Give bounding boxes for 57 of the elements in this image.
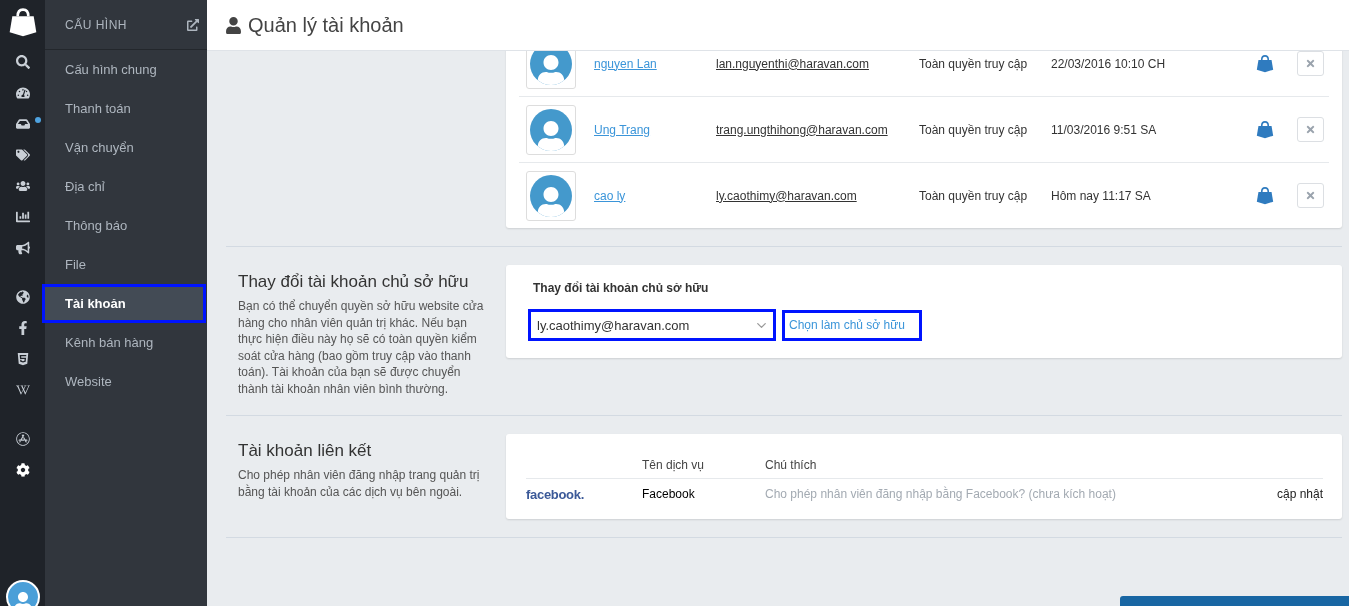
close-icon	[1305, 124, 1316, 135]
make-owner-link[interactable]: Chọn làm chủ sở hữu	[782, 309, 922, 341]
card-title: Thay đổi tài khoản chủ sở hữu	[533, 281, 710, 295]
shopping-bag-icon	[1255, 186, 1275, 205]
app-store-icon[interactable]	[15, 431, 30, 446]
facebook-wordmark: facebook.	[526, 486, 585, 502]
close-icon	[1305, 190, 1316, 201]
service-name: Facebook	[642, 487, 696, 501]
user-avatar[interactable]	[5, 580, 40, 606]
nav-item[interactable]: Thông báo	[45, 206, 207, 245]
user-name-link[interactable]: nguyen Lan	[594, 56, 716, 71]
external-link-icon[interactable]	[187, 18, 199, 31]
last-login: Hôm nay 11:17 SA	[1051, 188, 1152, 203]
tags-icon[interactable]	[15, 147, 30, 162]
column-header: Chú thích	[765, 458, 818, 472]
access-level: Toàn quyền truy cập	[919, 122, 1029, 137]
section-title: Tài khoản liên kết	[238, 441, 373, 461]
w-icon[interactable]	[15, 382, 30, 397]
access-level: Toàn quyền truy cập	[919, 188, 1029, 203]
service-note: Cho phép nhân viên đăng nhập bằng Facebook? (chưa kích hoạt)	[765, 487, 1117, 501]
owner-select[interactable]: ly.caothimy@haravan.com	[528, 309, 776, 341]
user-icon	[225, 16, 242, 34]
section-description: Cho phép nhân viên đăng nhập trang quản trị bằng tài khoản của các dịch vụ bên ngoài.	[238, 467, 481, 500]
access-level: Toàn quyền truy cập	[919, 56, 1029, 71]
nav-item[interactable]: File	[45, 245, 207, 284]
nav-item[interactable]: Website	[45, 362, 207, 401]
inbox-icon[interactable]	[15, 116, 30, 131]
update-link[interactable]: cập nhật	[1276, 487, 1323, 501]
megaphone-icon[interactable]	[15, 240, 30, 255]
last-login: 11/03/2016 9:51 SA	[1051, 122, 1158, 137]
nav-item[interactable]: Kênh bán hàng	[45, 323, 207, 362]
users-icon[interactable]	[15, 178, 30, 193]
five-icon[interactable]	[15, 351, 30, 366]
globe-icon[interactable]	[15, 289, 30, 304]
section-description: Bạn có thể chuyển quyền sở hữu website cửa hàng cho nhân viên quản trị khác. Nếu bạn thực hiện điều này họ sẽ có toàn quyền kiểm soát cửa hàng (bao gồm truy cập vào thanh toán). Tài khoản của bạn sẽ được chuyển thành tài khoản nhân viên bình thường.	[238, 298, 485, 397]
section-title: Thay đổi tài khoản chủ sở hữu	[238, 272, 470, 292]
email-link[interactable]: trang.ungthihong@haravan.com	[716, 122, 919, 137]
page-title: Quản lý tài khoản	[248, 13, 404, 37]
nav-item[interactable]: Địa chỉ	[45, 167, 207, 206]
nav-item[interactable]: Tài khoản	[42, 284, 206, 323]
user-name-link[interactable]: Ung Trang	[594, 122, 716, 137]
last-login: 22/03/2016 10:10 CH	[1051, 56, 1167, 71]
bar-chart-icon[interactable]	[15, 209, 30, 224]
user-name-link[interactable]: cao ly	[594, 188, 716, 203]
nav-item[interactable]: Vận chuyển	[45, 128, 207, 167]
close-icon	[1305, 58, 1316, 69]
shopping-bag-icon	[1255, 120, 1275, 139]
dashboard-icon[interactable]	[15, 85, 30, 100]
column-header: Tên dịch vụ	[642, 458, 706, 472]
shopping-bag-icon	[1255, 54, 1275, 73]
settings-icon[interactable]	[15, 462, 30, 477]
search-icon[interactable]	[15, 54, 30, 69]
nav-item[interactable]: Cấu hình chung	[45, 50, 207, 89]
email-link[interactable]: ly.caothimy@haravan.com	[716, 188, 919, 203]
nav-title: CẤU HÌNH	[65, 17, 127, 32]
nav-item[interactable]: Thanh toán	[45, 89, 207, 128]
email-link[interactable]: lan.nguyenthi@haravan.com	[716, 56, 919, 71]
